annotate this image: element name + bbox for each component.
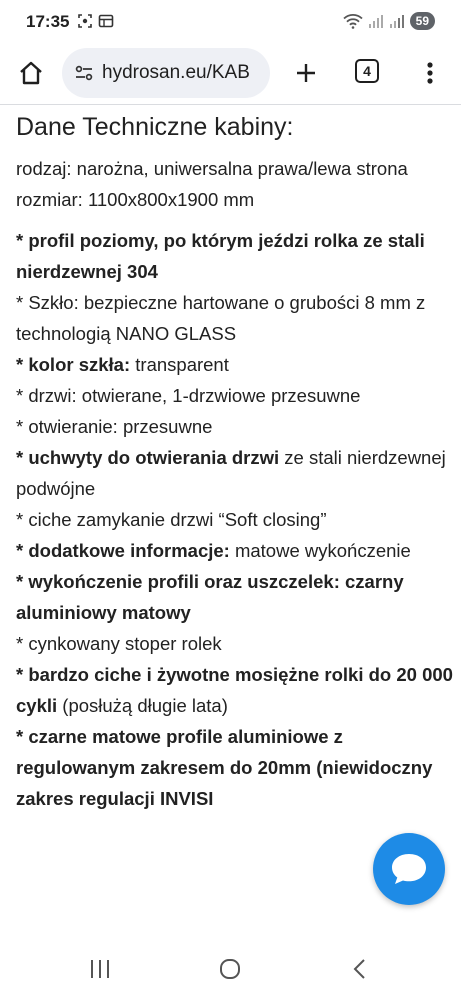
status-bar: 17:35 59 [0,0,461,44]
spec-item-text: * cynkowany stoper rolek [16,633,222,654]
gallery-icon [98,14,114,28]
recents-button[interactable] [88,957,112,986]
spec-item-bold: * czarne matowe profile aluminiowe z reg… [16,726,433,809]
more-menu-button[interactable] [418,56,442,90]
back-icon [353,959,365,979]
chat-button[interactable] [373,833,445,905]
tabs-icon[interactable]: 4 [355,59,379,83]
spec-item: * ciche zamykanie drzwi “Soft closing” [16,504,456,535]
spec-item-bold: * dodatkowe informacje: [16,540,230,561]
screenshot-icon [78,14,92,28]
spec-item-text: matowe wykończenie [229,540,411,561]
plus-icon [297,64,315,82]
spec-item-bold: * uchwyty do otwierania drzwi [16,447,280,468]
wifi-icon [343,14,363,29]
spec-item: * dodatkowe informacje: matowe wykończen… [16,535,456,566]
status-time: 17:35 [26,12,70,31]
spec-item-text: * Szkło: bezpieczne hartowane o grubości… [16,292,426,344]
spec-item-text: * ciche zamykanie drzwi “Soft closing” [16,509,327,530]
spec-item: * otwieranie: przesuwne [16,411,456,442]
chat-bubble-icon [392,854,426,884]
address-url: hydrosan.eu/KAB [102,62,250,83]
spec-item-bold: * profil poziomy, po którym jeździ rolka… [16,230,425,282]
system-home-button[interactable] [218,957,242,986]
spec-item: * czarne matowe profile aluminiowe z reg… [16,721,456,814]
signal-icon [368,15,383,28]
page-content: Dane Techniczne kabiny: rodzaj: narożna,… [16,110,456,814]
spec-item-bold: * kolor szkła: [16,354,131,375]
address-bar[interactable]: hydrosan.eu/KAB [62,48,270,98]
spec-item-text: * drzwi: otwierane, 1-drzwiowe przesuwne [16,385,361,406]
signal-icon [389,15,404,28]
spec-item: * Szkło: bezpieczne hartowane o grubości… [16,287,456,349]
spec-item-text: * otwieranie: przesuwne [16,416,213,437]
site-settings-icon[interactable] [74,63,94,83]
home-button[interactable] [14,56,48,90]
status-right: 59 [343,12,435,30]
page-title: Dane Techniczne kabiny: [16,113,294,141]
toolbar-divider [0,104,461,105]
type-line: rodzaj: narożna, uniwersalna prawa/lewa … [16,158,408,179]
spec-item-bold: * wykończenie profili oraz uszczelek: cz… [16,571,404,623]
spec-item: * wykończenie profili oraz uszczelek: cz… [16,566,456,628]
spec-list: * profil poziomy, po którym jeździ rolka… [16,225,456,814]
tab-count: 4 [363,63,371,79]
spec-item-text: (posłużą długie lata) [57,695,228,716]
new-tab-button[interactable] [289,56,323,90]
size-line: rozmiar: 1100x800x1900 mm [16,189,255,210]
back-button[interactable] [348,957,372,986]
system-nav-bar [0,945,461,999]
more-vert-icon [427,62,433,84]
home-icon [20,61,42,85]
battery-indicator: 59 [409,12,435,30]
spec-item-text: transparent [130,354,229,375]
spec-item: * uchwyty do otwierania drzwi ze stali n… [16,442,456,504]
spec-item: * profil poziomy, po którym jeździ rolka… [16,225,456,287]
recents-icon [91,960,109,978]
spec-item: * cynkowany stoper rolek [16,628,456,659]
spec-item: * kolor szkła: transparent [16,349,456,380]
spec-item: * bardzo ciche i żywotne mosiężne rolki … [16,659,456,721]
home-circle-icon [220,959,240,979]
status-notification-icons [77,13,114,29]
spec-item: * drzwi: otwierane, 1-drzwiowe przesuwne [16,380,456,411]
browser-toolbar: hydrosan.eu/KAB 4 [0,44,461,102]
